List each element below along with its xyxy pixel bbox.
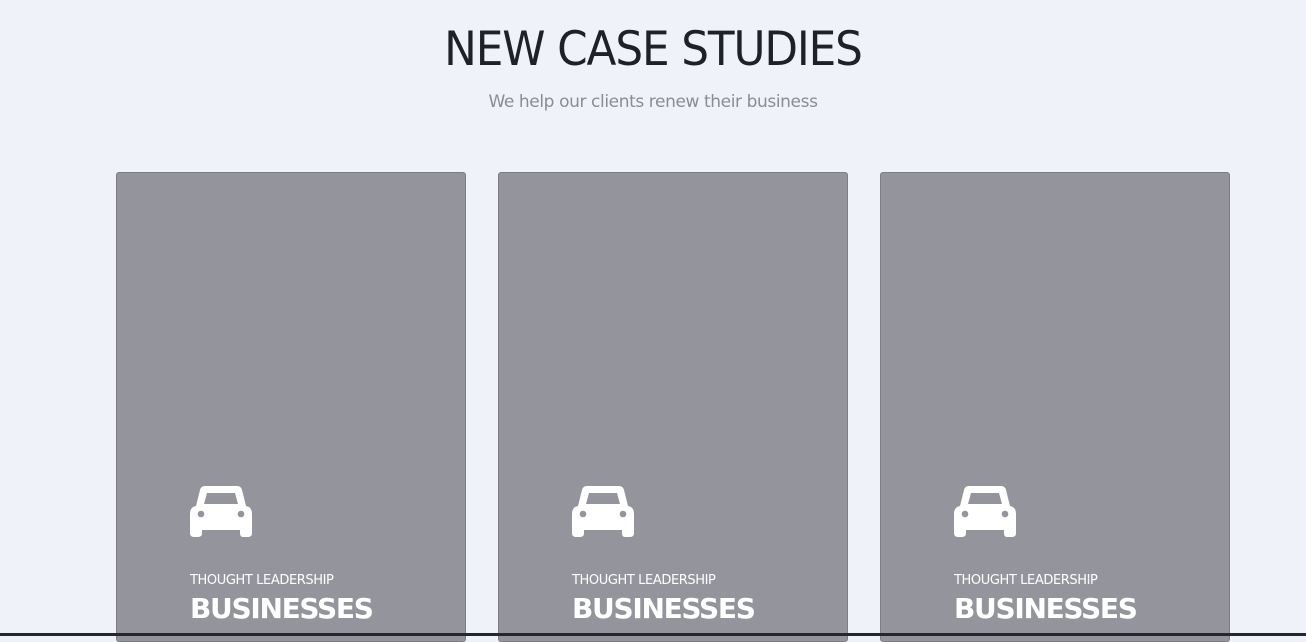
car-icon xyxy=(954,486,1016,537)
car-icon xyxy=(190,486,252,537)
car-icon xyxy=(572,486,634,537)
case-study-card[interactable]: THOUGHT LEADERSHIP BUSINESSES xyxy=(116,172,466,642)
section-subtitle: We help our clients renew their business xyxy=(488,92,818,112)
case-study-card[interactable]: THOUGHT LEADERSHIP BUSINESSES xyxy=(880,172,1230,642)
section-title: NEW CASE STUDIES xyxy=(444,22,863,77)
card-category: THOUGHT LEADERSHIP xyxy=(190,573,334,588)
card-title[interactable]: BUSINESSES xyxy=(954,592,1138,626)
card-category: THOUGHT LEADERSHIP xyxy=(954,573,1098,588)
card-title[interactable]: BUSINESSES xyxy=(572,592,756,626)
card-category: THOUGHT LEADERSHIP xyxy=(572,573,716,588)
case-study-card[interactable]: THOUGHT LEADERSHIP BUSINESSES xyxy=(498,172,848,642)
card-title[interactable]: BUSINESSES xyxy=(190,592,374,626)
